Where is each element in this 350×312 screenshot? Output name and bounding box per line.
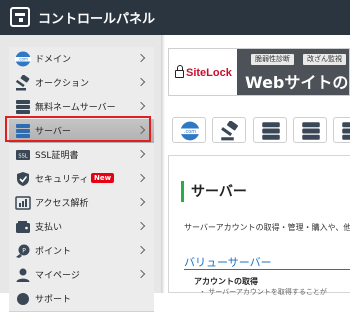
chart-icon — [15, 196, 31, 210]
wallet-icon — [16, 221, 30, 233]
gavel-icon — [221, 121, 238, 141]
panel-logo-icon — [10, 7, 30, 27]
list-heading: アカウントの取得 — [194, 277, 258, 286]
sidebar-item-domain[interactable]: .com ドメイン — [9, 47, 154, 72]
server-stack-icon — [342, 122, 350, 140]
banner-headline: Webサイトの安 — [245, 73, 349, 92]
sidebar-item-label: 支払い — [35, 223, 63, 233]
sidebar-item-label: ポイント — [35, 247, 72, 257]
sidebar-item-label: アクセス解析 — [35, 199, 89, 209]
section-title: バリューサーバー — [184, 256, 272, 269]
point-coin-icon: P — [16, 244, 30, 258]
sidebar-item-label: SSL証明書 — [35, 151, 79, 161]
sidebar-item-point[interactable]: P ポイント — [9, 239, 154, 264]
chevron-right-icon — [136, 77, 146, 87]
server-stack-icon — [302, 122, 320, 140]
quick-link-nameserver[interactable] — [253, 117, 287, 143]
chevron-right-icon — [136, 173, 146, 183]
ssl-icon: SSL — [16, 150, 30, 160]
server-highlight-frame — [5, 116, 151, 142]
svg-text:.com: .com — [18, 57, 28, 62]
svg-text:P: P — [22, 248, 26, 255]
sidebar-item-ssl[interactable]: SSL SSL証明書 — [9, 143, 154, 168]
svg-text:.com: .com — [184, 129, 196, 135]
sidebar-item-security[interactable]: セキュリティ New — [9, 167, 154, 192]
person-icon — [16, 268, 30, 282]
domain-com-icon: .com — [15, 51, 31, 67]
chevron-right-icon — [136, 53, 146, 63]
main-content: サーバー サーバーアカウントの取得・管理・購入や、他 バリューサーバー アカウン… — [168, 155, 350, 296]
shield-icon — [17, 172, 29, 186]
chevron-right-icon — [136, 149, 146, 159]
lock-icon — [175, 65, 184, 78]
banner-tag: 改ざん監視 — [303, 54, 346, 65]
chevron-right-icon — [136, 221, 146, 231]
sidebar-item-access-analysis[interactable]: アクセス解析 — [9, 191, 154, 216]
quick-link-server[interactable] — [293, 117, 327, 143]
chevron-right-icon — [136, 197, 146, 207]
section-divider — [184, 269, 350, 270]
sidebar-item-auction[interactable]: オークション — [9, 71, 154, 96]
sidebar-item-support[interactable]: サポート — [9, 287, 154, 312]
chevron-right-icon — [136, 269, 146, 279]
top-bar: コントロールパネル — [0, 0, 350, 35]
support-icon — [17, 293, 29, 305]
sidebar-item-label: サポート — [35, 295, 72, 305]
sidebar-item-label: マイページ — [35, 271, 80, 281]
domain-com-icon: .com — [180, 121, 200, 141]
quick-link-domain[interactable]: .com — [172, 117, 206, 143]
sidebar-item-label: 無料ネームサーバー — [35, 103, 116, 113]
page-description: サーバーアカウントの取得・管理・購入や、他 — [184, 223, 350, 232]
new-badge: New — [91, 173, 115, 183]
sitelock-banner[interactable]: SiteLock 脆弱性診断 改ざん監視 Webサイトの安 — [168, 48, 350, 96]
quick-link-more[interactable] — [333, 117, 350, 143]
sidebar-item-label: セキュリティ — [35, 175, 89, 185]
sidebar-item-payment[interactable]: 支払い — [9, 215, 154, 240]
title-accent-bar — [181, 181, 184, 202]
page-title: サーバー — [191, 184, 247, 200]
banner-tag: 脆弱性診断 — [251, 54, 294, 65]
sitelock-logo: SiteLock — [186, 67, 232, 79]
chevron-right-icon — [136, 245, 146, 255]
sidebar-item-mypage[interactable]: マイページ — [9, 263, 154, 288]
chevron-right-icon — [136, 101, 146, 111]
gavel-icon — [15, 75, 30, 91]
app-title: コントロールパネル — [38, 12, 156, 27]
svg-text:SSL: SSL — [18, 154, 27, 160]
server-stack-icon — [262, 122, 280, 140]
sidebar-item-label: オークション — [35, 79, 90, 89]
server-stack-icon — [16, 100, 30, 114]
sidebar-item-label: ドメイン — [35, 55, 72, 65]
quick-link-auction[interactable] — [212, 117, 246, 143]
list-text: ・ サーバーアカウントを取得することが — [199, 288, 327, 296]
